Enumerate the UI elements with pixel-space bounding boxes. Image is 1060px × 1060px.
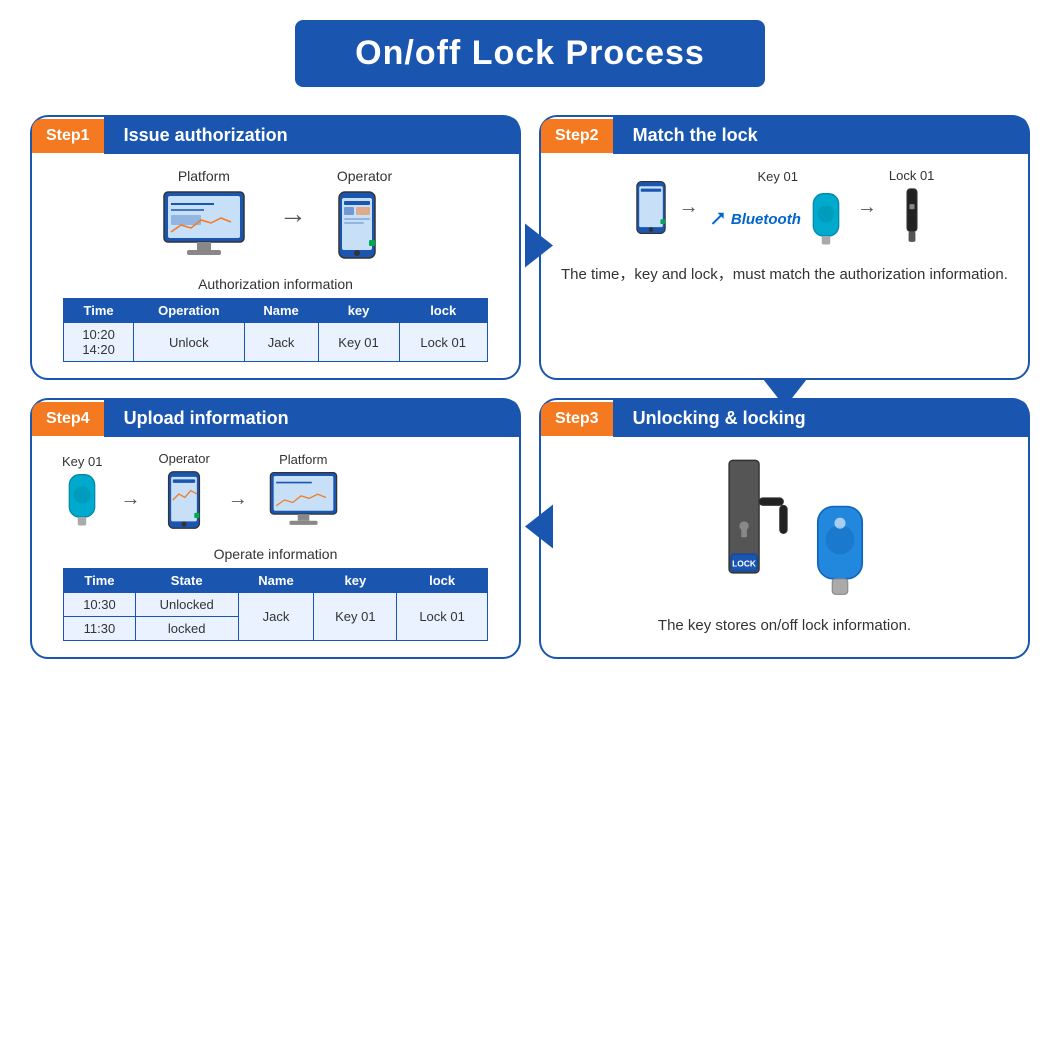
arrow-key-to-operator: → <box>120 488 140 511</box>
auth-table-header-time: Time <box>64 299 134 323</box>
step4-box: Step4 Upload information Key 01 → <box>30 398 521 659</box>
op-table-header-name: Name <box>238 569 314 593</box>
bluetooth-icon: ⭧ <box>711 206 725 232</box>
arrow-operator-to-platform: → <box>228 488 248 511</box>
bluetooth-text: Bluetooth <box>731 211 801 228</box>
auth-operation: Unlock <box>134 323 245 362</box>
step2-box: Step2 Match the lock → Key <box>539 115 1030 380</box>
arrow-key-to-lock: → <box>857 196 877 219</box>
op-time-2: 11:30 <box>64 617 136 641</box>
step2-content: → Key 01 ⭧ Bluetooth <box>541 154 1028 378</box>
auth-table-header-key: key <box>318 299 399 323</box>
auth-time: 10:2014:20 <box>64 323 134 362</box>
step4-platform-label: Platform <box>279 452 327 467</box>
op-name-1: Jack <box>238 593 314 641</box>
phone-icon <box>337 190 377 260</box>
step2-header: Step2 Match the lock <box>541 117 1028 154</box>
step4-key-label: Key 01 <box>62 454 102 469</box>
arrow-step1-to-step2 <box>525 223 553 272</box>
step4-phone-icon <box>166 470 202 530</box>
title-bar: On/off Lock Process <box>295 20 765 87</box>
auth-table-header-name: Name <box>244 299 318 323</box>
step4-operator-col: Operator <box>158 451 209 530</box>
auth-name: Jack <box>244 323 318 362</box>
lock01-label: Lock 01 <box>889 168 935 183</box>
op-state-1: Unlocked <box>135 593 238 617</box>
op-table-header-time: Time <box>64 569 136 593</box>
table-row: 10:2014:20 Unlock Jack Key 01 Lock 01 <box>64 323 488 362</box>
step1-box: Step1 Issue authorization Platform <box>30 115 521 380</box>
step4-monitor-icon <box>266 471 341 529</box>
step4-badge: Step4 <box>32 402 104 436</box>
auth-lock: Lock 01 <box>399 323 487 362</box>
key-device-icon <box>807 192 845 247</box>
operator-label: Operator <box>337 168 392 184</box>
step2-devices: → Key 01 ⭧ Bluetooth <box>561 168 1008 247</box>
auth-table-header-lock: lock <box>399 299 487 323</box>
step2-title: Match the lock <box>613 117 1028 154</box>
step2-desc: The time，key and lock，must match the aut… <box>561 263 1008 287</box>
lock-device-col: Lock 01 <box>889 168 935 247</box>
monitor-icon <box>159 190 249 260</box>
step4-key-col: Key 01 <box>62 454 102 528</box>
arrow-phone-to-bluetooth: → <box>679 196 699 219</box>
bluetooth-key-group: Key 01 ⭧ Bluetooth <box>711 169 845 247</box>
table-row: 10:30 Unlocked Jack Key 01 Lock 01 <box>64 593 488 617</box>
page-wrapper: On/off Lock Process Step1 Issue authoriz… <box>0 0 1060 1060</box>
step1-content: Platform <box>32 154 519 378</box>
bluetooth-row: ⭧ Bluetooth <box>711 192 845 247</box>
op-state-2: locked <box>135 617 238 641</box>
operator-device: Operator <box>337 168 392 260</box>
step2-badge: Step2 <box>541 119 613 153</box>
op-table-header-key: key <box>314 569 397 593</box>
lock-device-icon <box>898 187 926 247</box>
op-lock-1: Lock 01 <box>397 593 487 641</box>
operate-table: Time State Name key lock 10:30 Unlocked … <box>63 568 488 641</box>
auth-info-label: Authorization information <box>198 276 353 292</box>
op-table-header-lock: lock <box>397 569 487 593</box>
step1-header: Step1 Issue authorization <box>32 117 519 154</box>
arrow-step3-to-step4 <box>525 504 553 553</box>
step3-key-icon <box>810 501 870 601</box>
step3-title: Unlocking & locking <box>613 400 1028 437</box>
step1-title: Issue authorization <box>104 117 519 154</box>
auth-key: Key 01 <box>318 323 399 362</box>
step3-content: LOCK The key stores on/off lock informat… <box>541 437 1028 657</box>
op-key-1: Key 01 <box>314 593 397 641</box>
step4-header: Step4 Upload information <box>32 400 519 437</box>
step3-badge: Step3 <box>541 402 613 436</box>
platform-label: Platform <box>159 168 249 184</box>
platform-device: Platform <box>159 168 249 260</box>
step4-key-icon <box>63 473 101 528</box>
auth-table: Time Operation Name key lock 10:2014:20 … <box>63 298 488 362</box>
step2-phone-icon <box>635 180 667 235</box>
page-title: On/off Lock Process <box>355 34 705 73</box>
step4-platform-col: Platform <box>266 452 341 529</box>
step1-badge: Step1 <box>32 119 104 153</box>
step3-desc: The key stores on/off lock information. <box>658 617 911 634</box>
step4-content: Key 01 → Operator <box>32 437 519 657</box>
key01-label: Key 01 <box>757 169 797 184</box>
step1-devices: Platform <box>52 168 499 260</box>
svg-text:LOCK: LOCK <box>732 558 756 568</box>
step3-box: Step3 Unlocking & locking <box>539 398 1030 659</box>
operate-info-label: Operate information <box>214 546 338 562</box>
arrow-step2-to-step3 <box>763 379 807 412</box>
op-time-1: 10:30 <box>64 593 136 617</box>
op-table-header-state: State <box>135 569 238 593</box>
step4-devices: Key 01 → Operator <box>52 451 499 530</box>
step4-title: Upload information <box>104 400 519 437</box>
arrow-platform-to-operator: → <box>279 198 307 230</box>
step3-images: LOCK <box>700 451 870 601</box>
door-lock-icon: LOCK <box>700 451 790 601</box>
auth-table-header-op: Operation <box>134 299 245 323</box>
step4-operator-label: Operator <box>158 451 209 466</box>
steps-container: Step1 Issue authorization Platform <box>30 115 1030 659</box>
